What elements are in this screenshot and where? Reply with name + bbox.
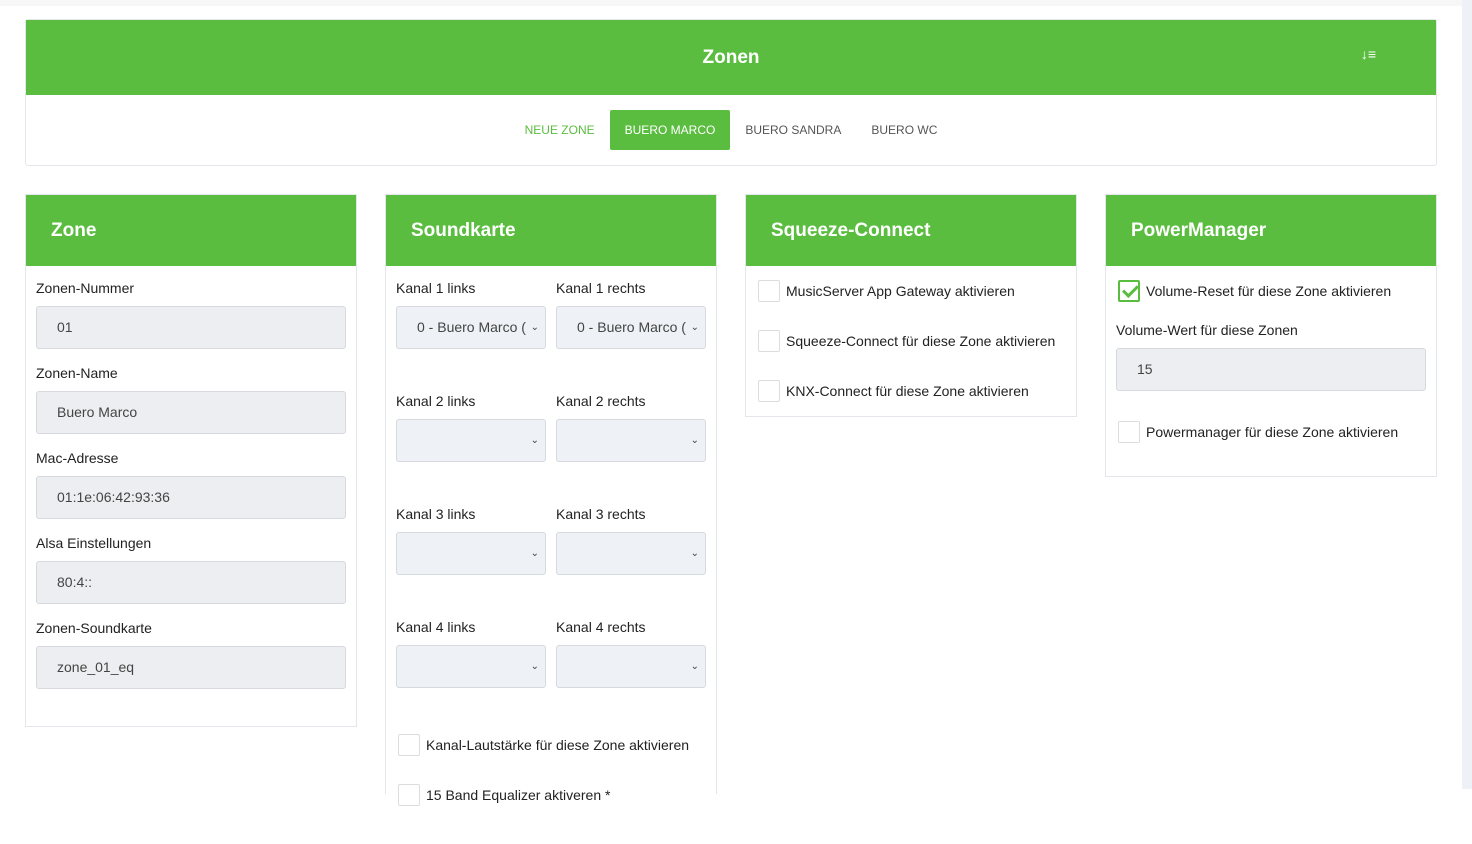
sound-option-label: Kanal-Lautstärke für diese Zone aktivier… — [426, 737, 690, 753]
chevron-down-icon: ⌄ — [527, 646, 539, 687]
zone-card: Zone Zonen-Nummer 01 Zonen-Name Buero Marco… — [25, 194, 357, 727]
squeeze-option-row[interactable]: KNX-Connect für diese Zone aktivieren — [758, 380, 1064, 402]
scrollbar[interactable] — [1462, 0, 1472, 789]
zone-field-input[interactable]: zone_01_eq — [36, 646, 346, 689]
zone-card-title: Zone — [26, 195, 356, 266]
sound-option-checkbox[interactable] — [398, 784, 420, 806]
channel-select[interactable]: ⌄ — [396, 532, 546, 575]
chevron-down-icon: ⌄ — [687, 307, 699, 348]
chevron-down-icon: ⌄ — [687, 646, 699, 687]
zone-field-input[interactable]: 01 — [36, 306, 346, 349]
channel-select[interactable]: ⌄ — [556, 645, 706, 688]
squeeze-option-checkbox[interactable] — [758, 330, 780, 352]
powermanager-card: PowerManager Volume-Reset für diese Zone… — [1105, 194, 1437, 477]
soundcard-card-title: Soundkarte — [386, 195, 716, 266]
channel-label: Kanal 4 links — [396, 619, 476, 635]
channel-label: Kanal 1 links — [396, 280, 476, 296]
powermanager-card-title: PowerManager — [1106, 195, 1436, 266]
channel-label: Kanal 3 links — [396, 506, 476, 522]
squeeze-option-checkbox[interactable] — [758, 380, 780, 402]
volume-reset-label: Volume-Reset für diese Zone aktivieren — [1146, 283, 1392, 299]
channel-select-value: 0 - Buero Marco ( — [417, 319, 526, 335]
chevron-down-icon: ⌄ — [527, 307, 539, 348]
squeeze-option-label: Squeeze-Connect für diese Zone aktiviere… — [786, 333, 1056, 349]
tab-buero-wc[interactable]: BUERO WC — [856, 110, 952, 150]
zones-header-card: Zonen ↓≡ NEUE ZONE BUERO MARCO BUERO SAN… — [25, 19, 1437, 166]
chevron-down-icon: ⌄ — [687, 533, 699, 574]
zone-field-label: Mac-Adresse — [36, 450, 119, 466]
squeeze-option-label: MusicServer App Gateway aktivieren — [786, 283, 1015, 299]
tab-buero-marco[interactable]: BUERO MARCO — [609, 110, 731, 150]
zone-field-label: Zonen-Nummer — [36, 280, 135, 296]
channel-select[interactable]: 0 - Buero Marco (⌄ — [556, 306, 706, 349]
squeeze-connect-card: Squeeze-Connect MusicServer App Gateway … — [745, 194, 1077, 417]
channel-select[interactable]: 0 - Buero Marco (⌄ — [396, 306, 546, 349]
channel-label: Kanal 3 rechts — [556, 506, 646, 522]
channel-select[interactable]: ⌄ — [396, 645, 546, 688]
squeeze-connect-card-title: Squeeze-Connect — [746, 195, 1076, 266]
top-strip — [0, 0, 1462, 6]
chevron-down-icon: ⌄ — [527, 420, 539, 461]
sound-option-row[interactable]: 15 Band Equalizer aktiveren * — [398, 784, 704, 806]
volume-value-label: Volume-Wert für diese Zonen — [1116, 322, 1298, 338]
channel-select-value: 0 - Buero Marco ( — [577, 319, 686, 335]
tab-buero-sandra[interactable]: BUERO SANDRA — [730, 110, 856, 150]
chevron-down-icon: ⌄ — [527, 533, 539, 574]
squeeze-option-label: KNX-Connect für diese Zone aktivieren — [786, 383, 1029, 399]
volume-value-input[interactable]: 15 — [1116, 348, 1426, 391]
channel-select[interactable]: ⌄ — [396, 419, 546, 462]
channel-label: Kanal 4 rechts — [556, 619, 646, 635]
page-title: Zonen — [702, 46, 760, 68]
sort-descending-icon[interactable]: ↓≡ — [1361, 46, 1376, 62]
sound-option-label: 15 Band Equalizer aktiveren * — [426, 787, 611, 803]
channel-label: Kanal 2 links — [396, 393, 476, 409]
zone-field-label: Zonen-Name — [36, 365, 118, 381]
tab-neue-zone[interactable]: NEUE ZONE — [510, 110, 610, 150]
sound-option-checkbox[interactable] — [398, 734, 420, 756]
volume-reset-checkbox[interactable] — [1118, 280, 1140, 302]
powermanager-label: Powermanager für diese Zone aktivieren — [1146, 424, 1399, 440]
sound-option-row[interactable]: Kanal-Lautstärke für diese Zone aktivier… — [398, 734, 704, 756]
chevron-down-icon: ⌄ — [687, 420, 699, 461]
soundcard-card: Soundkarte Kanal 1 links 0 - Buero Marco … — [385, 194, 717, 806]
zone-field-input[interactable]: 01:1e:06:42:93:36 — [36, 476, 346, 519]
zone-field-label: Zonen-Soundkarte — [36, 620, 152, 636]
channel-label: Kanal 1 rechts — [556, 280, 646, 296]
zone-tabs: NEUE ZONE BUERO MARCO BUERO SANDRA BUERO… — [26, 110, 1436, 150]
powermanager-checkbox[interactable] — [1118, 421, 1140, 443]
channel-select[interactable]: ⌄ — [556, 419, 706, 462]
zone-field-label: Alsa Einstellungen — [36, 535, 152, 551]
channel-select[interactable]: ⌄ — [556, 532, 706, 575]
zone-field-input[interactable]: Buero Marco — [36, 391, 346, 434]
squeeze-option-checkbox[interactable] — [758, 280, 780, 302]
channel-label: Kanal 2 rechts — [556, 393, 646, 409]
zones-header-bar: Zonen ↓≡ — [26, 20, 1436, 95]
volume-reset-checkbox-row[interactable]: Volume-Reset für diese Zone aktivieren — [1118, 280, 1424, 302]
zone-field-input[interactable]: 80:4:: — [36, 561, 346, 604]
powermanager-checkbox-row[interactable]: Powermanager für diese Zone aktivieren — [1118, 421, 1424, 443]
squeeze-option-row[interactable]: Squeeze-Connect für diese Zone aktiviere… — [758, 330, 1064, 352]
squeeze-option-row[interactable]: MusicServer App Gateway aktivieren — [758, 280, 1064, 302]
